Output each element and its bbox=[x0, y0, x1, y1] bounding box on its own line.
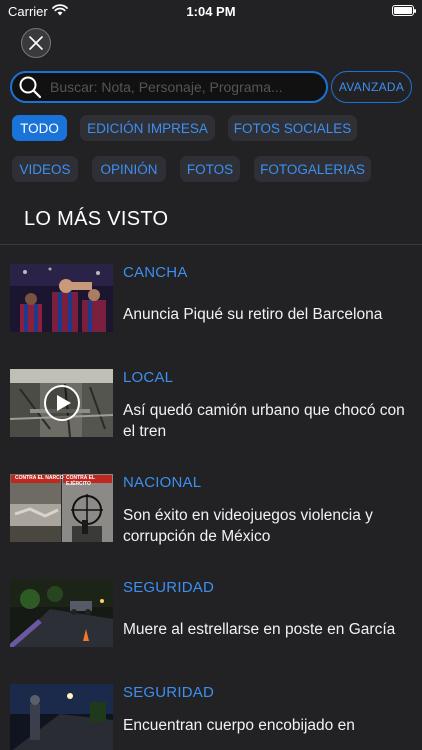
filter-chip-videos[interactable]: VIDEOS bbox=[12, 156, 78, 182]
battery-icon bbox=[392, 5, 416, 16]
article-category: NACIONAL bbox=[123, 474, 202, 491]
thumb-caption: CONTRA EL EJÉRCITO bbox=[66, 475, 95, 487]
search-row: AVANZADA bbox=[10, 71, 412, 103]
article-headline: Son éxito en videojuegos violencia y cor… bbox=[123, 507, 373, 545]
article-thumbnail bbox=[10, 369, 113, 437]
article-category: LOCAL bbox=[123, 369, 174, 386]
article-category: SEGURIDAD bbox=[123, 684, 214, 701]
section-title: LO MÁS VISTO bbox=[24, 208, 169, 230]
search-box[interactable] bbox=[10, 71, 328, 103]
play-icon bbox=[44, 385, 80, 421]
filter-chip-todo[interactable]: TODO bbox=[12, 115, 67, 141]
clock: 1:04 PM bbox=[186, 4, 236, 19]
article-item[interactable]: SEGURIDAD Muere al estrellarse en poste … bbox=[0, 579, 422, 679]
filter-chip-edicion-impresa[interactable]: EDICIÓN IMPRESA bbox=[80, 115, 215, 141]
filter-chip-fotogalerias[interactable]: FOTOGALERIAS bbox=[254, 156, 371, 182]
search-input[interactable] bbox=[50, 79, 310, 95]
article-item[interactable]: SEGURIDAD Encuentran cuerpo encobijado e… bbox=[0, 684, 422, 750]
search-icon bbox=[19, 76, 42, 99]
article-thumbnail bbox=[10, 684, 113, 750]
close-icon bbox=[29, 36, 43, 50]
article-headline: Anuncia Piqué su retiro del Barcelona bbox=[123, 306, 383, 323]
status-bar: Carrier 1:04 PM bbox=[0, 0, 422, 24]
article-item[interactable]: CANCHA Anuncia Piqué su retiro del Barce… bbox=[0, 264, 422, 364]
filter-chip-fotos-sociales[interactable]: FOTOS SOCIALES bbox=[228, 115, 357, 141]
article-thumbnail bbox=[10, 264, 113, 332]
close-button[interactable] bbox=[21, 28, 51, 58]
divider bbox=[0, 244, 422, 245]
article-headline: Muere al estrellarse en poste en García bbox=[123, 621, 396, 638]
article-item[interactable]: CONTRA EL NARCO CONTRA EL EJÉRCITO NACIO… bbox=[0, 474, 422, 574]
article-category: SEGURIDAD bbox=[123, 579, 214, 596]
article-item[interactable]: LOCAL Así quedó camión urbano que chocó … bbox=[0, 369, 422, 469]
article-thumbnail bbox=[10, 579, 113, 647]
filter-chip-opinion[interactable]: OPINIÓN bbox=[92, 156, 166, 182]
thumb-caption: CONTRA EL NARCO bbox=[15, 475, 64, 481]
article-headline: Así quedó camión urbano que chocó con el… bbox=[123, 402, 405, 440]
advanced-search-button[interactable]: AVANZADA bbox=[331, 71, 412, 103]
article-category: CANCHA bbox=[123, 264, 188, 281]
filter-chip-fotos[interactable]: FOTOS bbox=[180, 156, 240, 182]
article-headline: Encuentran cuerpo encobijado en bbox=[123, 717, 355, 734]
article-thumbnail: CONTRA EL NARCO CONTRA EL EJÉRCITO bbox=[10, 474, 113, 542]
